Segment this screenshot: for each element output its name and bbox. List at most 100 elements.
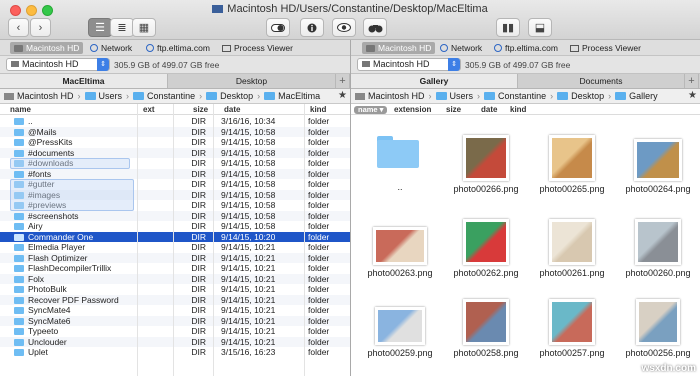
row-date: 9/14/15, 10:21 [221,336,276,347]
table-row[interactable]: Uplet DIR 3/15/16, 16:23 folder [0,347,350,358]
gallery-item[interactable]: photo00257.png [529,283,615,361]
device-process-viewer-right[interactable]: Process Viewer [566,42,645,54]
list-view-button[interactable]: ☰ [88,18,112,37]
column-kind[interactable]: kind [510,105,526,114]
column-name[interactable]: name [10,105,31,114]
crumb-desktop[interactable]: Desktop › [202,91,260,101]
device-process-viewer-left[interactable]: Process Viewer [218,42,297,54]
table-row[interactable]: #documents DIR 9/14/15, 10:58 folder [0,147,350,158]
table-row[interactable]: Flash Optimizer DIR 9/14/15, 10:21 folder [0,252,350,263]
gallery-item[interactable]: photo00260.png [615,203,700,281]
toggle-icon [271,23,285,32]
device-network-left[interactable]: Network [86,42,136,54]
folder-icon [84,92,96,100]
archive-button[interactable]: ⬓ [528,18,552,37]
archive-icon: ⬓ [534,22,546,34]
tab-gallery[interactable]: Gallery [351,74,518,88]
table-row[interactable]: @Mails DIR 9/14/15, 10:58 folder [0,126,350,137]
crumb-gallery[interactable]: Gallery [611,91,658,101]
right-column-header: extension size date kind [351,104,700,115]
row-size: DIR [191,336,206,347]
table-row[interactable]: .. DIR 3/16/16, 10:34 folder [0,116,350,127]
gallery-item[interactable]: photo00256.png [615,283,700,361]
detail-view-button[interactable]: ≣ [110,18,134,37]
left-drive-select[interactable]: Macintosh HD ⇕ [6,58,110,71]
crumb-macintosh-hd[interactable]: Macintosh HD › [351,91,432,101]
crumb-maceltima[interactable]: MacEltima [260,91,320,101]
crumb-constantine[interactable]: Constantine › [480,91,553,101]
table-row[interactable]: @PressKits DIR 9/14/15, 10:58 folder [0,137,350,148]
info-button[interactable] [300,18,324,37]
device-macintosh-hd-right[interactable]: Macintosh HD [362,42,436,54]
crumb-macintosh-hd[interactable]: Macintosh HD › [0,91,81,101]
gallery-item[interactable]: photo00259.png [357,283,443,361]
crumb-desktop[interactable]: Desktop › [553,91,611,101]
device-macintosh-hd-left[interactable]: Macintosh HD [10,42,84,54]
right-drive-select[interactable]: Macintosh HD ⇕ [357,58,461,71]
column-date[interactable]: date [481,105,497,114]
crumb-constantine[interactable]: Constantine › [129,91,202,101]
table-row[interactable]: Airy DIR 9/14/15, 10:58 folder [0,221,350,232]
column-separator [173,104,174,376]
tab-maceltima[interactable]: MacEltima [0,74,168,88]
row-kind: folder [308,315,330,326]
table-row[interactable]: #screenshots DIR 9/14/15, 10:58 folder [0,210,350,221]
table-row[interactable]: Commander One DIR 9/14/15, 10:20 folder [0,231,350,242]
table-row[interactable]: Typeeto DIR 9/14/15, 10:21 folder [0,326,350,337]
add-tab-button-right[interactable]: + [685,74,699,88]
right-gallery[interactable]: .. photo00266.png photo00265.png photo00264… [351,115,700,376]
gallery-item[interactable]: photo00262.png [443,203,529,281]
globe-icon [146,44,154,52]
icon-view-button[interactable]: ▦ [132,18,156,37]
tab-documents[interactable]: Documents [518,74,685,88]
row-date: 9/14/15, 10:58 [221,179,276,189]
table-row[interactable]: Unclouder DIR 9/14/15, 10:21 folder [0,336,350,347]
table-row[interactable]: SyncMate4 DIR 9/14/15, 10:21 folder [0,305,350,316]
photo-thumbnail [463,219,509,265]
folder-icon [557,92,569,100]
star-icon[interactable]: ★ [338,90,347,101]
hidden-files-toggle[interactable] [266,18,290,37]
panels-button[interactable]: ▮▮ [496,18,520,37]
gallery-parent-folder[interactable]: .. [357,119,443,197]
column-name-sorted[interactable]: name ▾ [354,106,388,114]
gallery-item[interactable]: photo00258.png [443,283,529,361]
table-row[interactable]: SyncMate6 DIR 9/14/15, 10:21 folder [0,315,350,326]
gallery-item[interactable]: photo00261.png [529,203,615,281]
column-date[interactable]: date [224,105,240,114]
column-extension[interactable]: extension [394,105,431,114]
gallery-item[interactable]: photo00263.png [357,203,443,281]
quick-look-button[interactable] [332,18,356,37]
star-icon[interactable]: ★ [688,90,697,101]
table-row[interactable]: Elmedia Player DIR 9/14/15, 10:21 folder [0,242,350,253]
column-size[interactable]: size [446,105,461,114]
tab-desktop[interactable]: Desktop [168,74,336,88]
row-size: DIR [191,305,206,315]
back-button[interactable]: ‹ [8,18,29,37]
forward-button[interactable]: › [30,18,51,37]
add-tab-button-left[interactable]: + [336,74,350,88]
column-ext[interactable]: ext [143,105,155,114]
device-ftp-right[interactable]: ftp.eltima.com [490,42,562,54]
left-breadcrumb: Macintosh HD › Users › Constantine › Deskto… [0,89,350,104]
device-network-right[interactable]: Network [436,42,486,54]
row-date: 3/15/16, 16:23 [221,347,276,357]
left-file-list[interactable]: .. DIR 3/16/16, 10:34 folder @Mails DIR 9/14/1… [0,115,350,376]
table-row[interactable]: Recover PDF Password DIR 9/14/15, 10:21 fol… [0,294,350,305]
table-row[interactable]: #fonts DIR 9/14/15, 10:58 folder [0,168,350,179]
gallery-item[interactable]: photo00266.png [443,119,529,197]
gallery-item[interactable]: photo00265.png [529,119,615,197]
column-size[interactable]: size [193,105,208,114]
column-kind[interactable]: kind [310,105,326,114]
crumb-users[interactable]: Users › [432,91,480,101]
device-ftp-left[interactable]: ftp.eltima.com [142,42,214,54]
row-date: 9/14/15, 10:58 [221,210,276,221]
table-row[interactable]: PhotoBulk DIR 9/14/15, 10:21 folder [0,284,350,295]
search-button[interactable] [363,18,387,37]
crumb-users[interactable]: Users › [81,91,129,101]
photo-thumbnail [635,219,681,265]
row-kind: folder [308,179,330,189]
gallery-item[interactable]: photo00264.png [615,119,700,197]
table-row[interactable]: FlashDecompilerTrillix DIR 9/14/15, 10:21 f… [0,263,350,274]
table-row[interactable]: Folx DIR 9/14/15, 10:21 folder [0,273,350,284]
